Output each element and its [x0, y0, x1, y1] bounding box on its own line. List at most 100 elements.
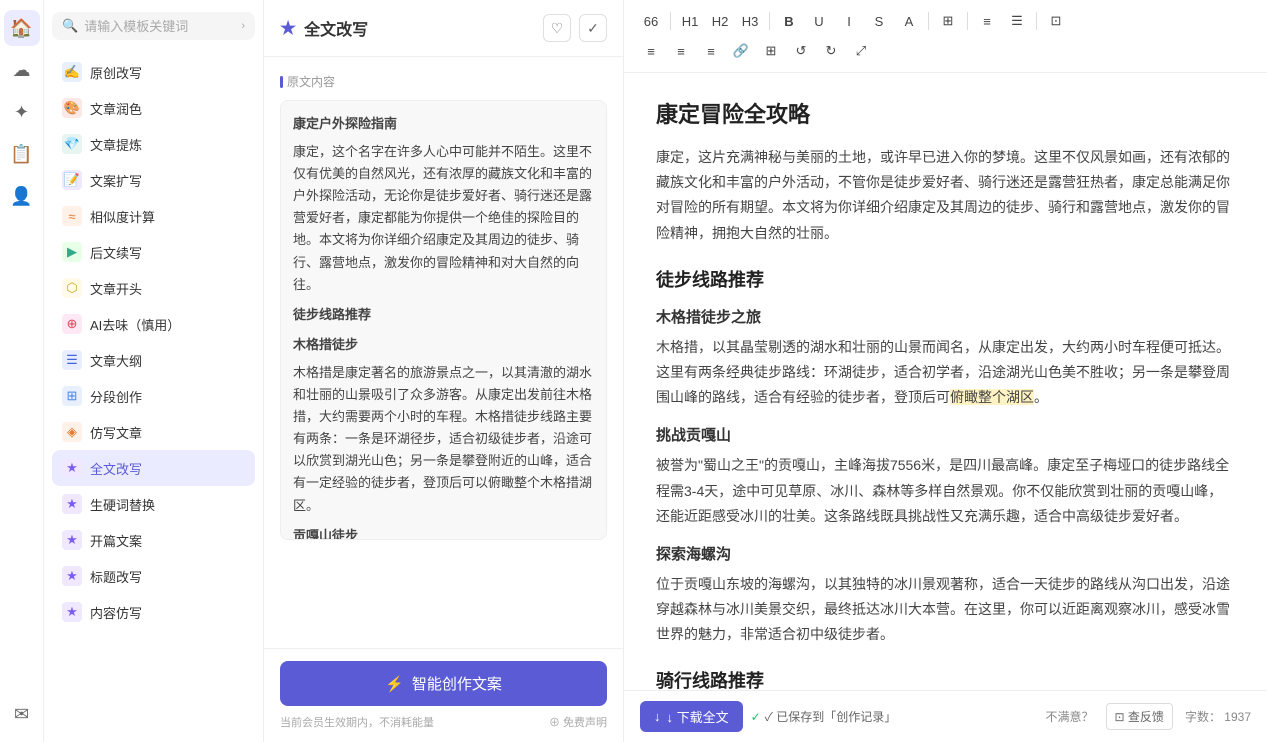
italic-btn[interactable]: I	[836, 8, 862, 34]
undo-btn[interactable]: ↺	[788, 38, 814, 64]
menu-icon-ai_taste: ⊕	[62, 314, 82, 334]
footer-note-left: 当前会员生效期内，不消耗能量	[280, 714, 434, 730]
editor-subsection-content-0-2: 位于贡嘎山东坡的海螺沟，以其独特的冰川景观著称，适合一天徒步的路线从沟口出发，沿…	[656, 572, 1235, 648]
font-color-btn[interactable]: A	[896, 8, 922, 34]
menu-item-extract[interactable]: 💎 文章提炼	[52, 126, 255, 162]
menu-label-title: 标题改写	[90, 567, 142, 586]
menu-icon-similarity: ≈	[62, 206, 82, 226]
quote-btn[interactable]: 66	[638, 8, 664, 34]
menu-item-opening[interactable]: ⬡ 文章开头	[52, 270, 255, 306]
menu-item-title[interactable]: ★ 标题改写	[52, 558, 255, 594]
title-star-icon: ★	[280, 18, 296, 39]
menu-label-opening: 文章开头	[90, 279, 142, 298]
menu-icon-opening2: ★	[62, 530, 82, 550]
original-subsection-title-3: 木格措徒步	[293, 334, 594, 356]
saved-text-label: ✓ 已保存到「创作记录」	[765, 708, 897, 725]
menu-icon-imitate: ◈	[62, 422, 82, 442]
feedback-btn[interactable]: ⊡ 查反馈	[1106, 703, 1173, 730]
middle-content: 原文内容 康定户外探险指南康定，这个名字在许多人心中可能并不陌生。这里不仅有优美…	[264, 57, 623, 648]
menu-item-outline[interactable]: ☰ 文章大纲	[52, 342, 255, 378]
menu-label-outline: 文章大纲	[90, 351, 142, 370]
h3-btn[interactable]: H3	[737, 8, 763, 34]
h1-btn[interactable]: H1	[677, 8, 703, 34]
menu-item-similarity[interactable]: ≈ 相似度计算	[52, 198, 255, 234]
menu-item-expand[interactable]: 📝 文案扩写	[52, 162, 255, 198]
align-right-btn[interactable]: ≡	[698, 38, 724, 64]
list-btn[interactable]: ☰	[1004, 8, 1030, 34]
menu-item-segment[interactable]: ⊞ 分段创作	[52, 378, 255, 414]
original-text-para-1: 康定，这个名字在许多人心中可能并不陌生。这里不仅有优美的自然风光，还有浓厚的藏族…	[293, 141, 594, 296]
editor-toolbar: 66H1H2H3BUISA⊞≡☰⊡ ≡≡≡🔗⊞↺↻⤢	[624, 0, 1267, 73]
fullscreen-btn[interactable]: ⤢	[848, 38, 874, 64]
menu-item-original[interactable]: ✍ 原创改写	[52, 54, 255, 90]
check-icon: ✓	[751, 710, 761, 724]
original-text-box[interactable]: 康定户外探险指南康定，这个名字在许多人心中可能并不陌生。这里不仅有优美的自然风光…	[280, 100, 607, 540]
toolbar-sep	[967, 12, 968, 30]
editor-intro: 康定，这片充满神秘与美丽的土地，或许早已进入你的梦境。这里不仅风景如画，还有浓郁…	[656, 145, 1235, 246]
menu-item-imitate[interactable]: ◈ 仿写文章	[52, 414, 255, 450]
menu-label-original: 原创改写	[90, 63, 142, 82]
download-btn[interactable]: ↓ ↓ 下载全文	[640, 701, 743, 732]
feedback-label: 不满意？	[1046, 708, 1094, 725]
editor-subsection-title-0-2: 探索海螺沟	[656, 543, 1235, 564]
menu-icon-replace: ★	[62, 494, 82, 514]
menu-list: ✍ 原创改写 🎨 文章润色 💎 文章提炼 📝 文案扩写 ≈ 相似度计算 ▶ 后文…	[52, 54, 255, 630]
search-input[interactable]	[84, 19, 235, 34]
sidebar-book-icon[interactable]: 📋	[4, 136, 40, 172]
search-icon: 🔍	[62, 18, 78, 34]
menu-label-imitate: 仿写文章	[90, 423, 142, 442]
menu-item-polish[interactable]: 🎨 文章润色	[52, 90, 255, 126]
menu-icon-imitate2: ★	[62, 602, 82, 622]
editor-section-title-0: 徒步线路推荐	[656, 266, 1235, 292]
original-subsection-title-2: 徒步线路推荐	[293, 304, 594, 326]
h2-btn[interactable]: H2	[707, 8, 733, 34]
sidebar-mail-icon[interactable]: ✉	[4, 696, 40, 732]
bold-btn[interactable]: B	[776, 8, 802, 34]
sidebar-home-icon[interactable]: 🏠	[4, 10, 40, 46]
menu-item-continue[interactable]: ▶ 后文续写	[52, 234, 255, 270]
search-btn[interactable]: ›	[241, 20, 245, 32]
create-icon: ⚡	[385, 675, 404, 693]
middle-header: ★ 全文改写 ♡ ✓	[264, 0, 623, 57]
align-center-btn[interactable]: ≡	[668, 38, 694, 64]
link-btn[interactable]: 🔗	[728, 38, 754, 64]
editor-content[interactable]: 康定冒险全攻略康定，这片充满神秘与美丽的土地，或许早已进入你的梦境。这里不仅风景…	[624, 73, 1267, 690]
redo-btn[interactable]: ↻	[818, 38, 844, 64]
menu-label-ai_taste: AI去味（慎用）	[90, 315, 180, 334]
grid-btn[interactable]: ⊞	[758, 38, 784, 64]
menu-item-imitate2[interactable]: ★ 内容仿写	[52, 594, 255, 630]
heart-btn[interactable]: ♡	[543, 14, 571, 42]
section-label: 原文内容	[280, 73, 607, 90]
align-left-btn[interactable]: ≡	[638, 38, 664, 64]
menu-item-rewrite[interactable]: ★ 全文改写	[52, 450, 255, 486]
menu-icon-continue: ▶	[62, 242, 82, 262]
create-btn[interactable]: ⚡ 智能创作文案	[280, 661, 607, 706]
strikethrough-btn[interactable]: S	[866, 8, 892, 34]
toolbar-row-2: ≡≡≡🔗⊞↺↻⤢	[638, 38, 1253, 64]
highlight-text: 俯瞰整个湖区	[950, 389, 1034, 405]
middle-footer: ⚡ 智能创作文案 当前会员生效期内，不消耗能量 ⊕ 免费声明	[264, 648, 623, 742]
checkbox-btn[interactable]: ⊡	[1043, 8, 1069, 34]
check-btn[interactable]: ✓	[579, 14, 607, 42]
menu-item-replace[interactable]: ★ 生硬词替换	[52, 486, 255, 522]
menu-label-extract: 文章提炼	[90, 135, 142, 154]
middle-panel: ★ 全文改写 ♡ ✓ 原文内容 康定户外探险指南康定，这个名字在许多人心中可能并…	[264, 0, 624, 742]
menu-icon-polish: 🎨	[62, 98, 82, 118]
menu-icon-extract: 💎	[62, 134, 82, 154]
middle-title-text: 全文改写	[304, 16, 368, 40]
original-text-title: 康定户外探险指南	[293, 113, 594, 135]
table-btn[interactable]: ⊞	[935, 8, 961, 34]
search-box[interactable]: 🔍 ›	[52, 12, 255, 40]
underline-btn[interactable]: U	[806, 8, 832, 34]
sidebar-user-icon[interactable]: 👤	[4, 178, 40, 214]
menu-item-ai_taste[interactable]: ⊕ AI去味（慎用）	[52, 306, 255, 342]
menu-item-opening2[interactable]: ★ 开篇文案	[52, 522, 255, 558]
editor-footer: ↓ ↓ 下载全文 ✓ ✓ 已保存到「创作记录」 不满意？ ⊡ 查反馈 字数： 1…	[624, 690, 1267, 742]
toolbar-sep	[1036, 12, 1037, 30]
footer-note-right: ⊕ 免费声明	[549, 714, 607, 730]
sidebar-star-icon[interactable]: ✦	[4, 94, 40, 130]
sidebar-cloud-icon[interactable]: ☁	[4, 52, 40, 88]
editor-subsection-content-0-0: 木格措，以其晶莹剔透的湖水和壮丽的山景而闻名，从康定出发，大约两小时车程便可抵达…	[656, 335, 1235, 411]
indent-btn[interactable]: ≡	[974, 8, 1000, 34]
saved-status: ✓ ✓ 已保存到「创作记录」	[751, 708, 897, 725]
